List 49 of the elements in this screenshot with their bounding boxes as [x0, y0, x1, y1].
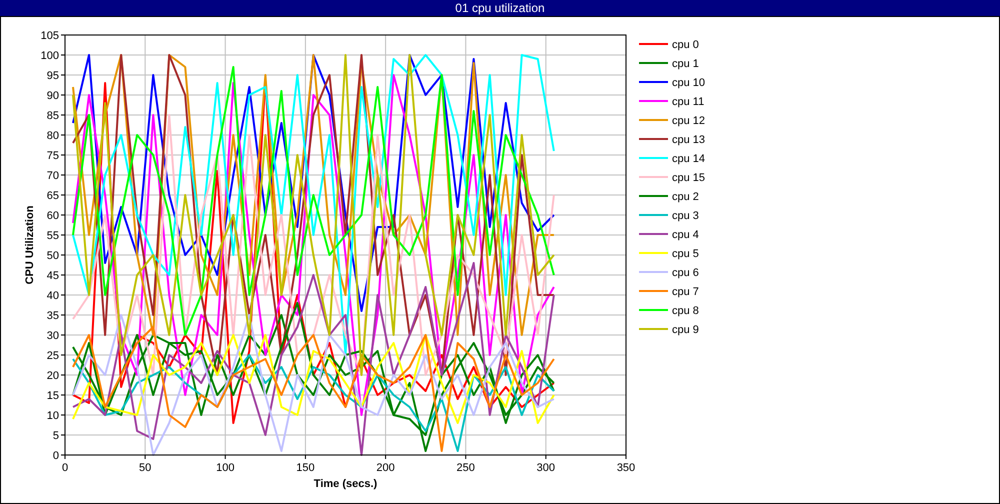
y-tick-label: 80 [46, 130, 59, 142]
legend-label: cpu 2 [672, 191, 699, 203]
y-tick-label: 85 [46, 110, 59, 122]
y-tick-label: 105 [40, 30, 59, 42]
y-tick-label: 5 [52, 430, 59, 442]
x-tick-label: 300 [536, 462, 556, 474]
y-tick-label: 50 [46, 250, 59, 262]
x-tick-label: 250 [456, 462, 475, 474]
y-tick-label: 45 [46, 270, 59, 282]
x-axis-title: Time (secs.) [314, 478, 378, 490]
legend-label: cpu 8 [672, 305, 699, 317]
y-axis-title: CPU Utilization [24, 206, 36, 284]
legend-label: cpu 15 [672, 172, 706, 184]
x-tick-label: 150 [296, 462, 315, 474]
x-tick-label: 0 [62, 462, 68, 474]
y-tick-label: 40 [46, 290, 59, 302]
x-tick-label: 100 [216, 462, 234, 474]
x-tick-label: 350 [616, 462, 636, 474]
y-tick-label: 65 [46, 190, 59, 202]
x-tick-label: 200 [376, 462, 395, 474]
y-tick-label: 35 [46, 310, 59, 322]
y-tick-label: 10 [46, 410, 59, 422]
legend-label: cpu 13 [672, 134, 706, 146]
y-tick-label: 55 [46, 230, 59, 242]
y-tick-label: 95 [46, 70, 59, 82]
y-tick-label: 70 [46, 170, 59, 182]
x-tick-label: 50 [139, 462, 152, 474]
legend-label: cpu 6 [672, 267, 699, 279]
y-tick-label: 0 [52, 450, 59, 462]
y-tick-label: 100 [40, 50, 59, 62]
legend-label: cpu 11 [672, 96, 704, 108]
legend-label: cpu 10 [672, 77, 706, 89]
window-title: 01 cpu utilization [0, 0, 1000, 16]
y-tick-label: 90 [46, 90, 59, 102]
legend-label: cpu 7 [672, 286, 699, 298]
legend-label: cpu 14 [672, 153, 706, 165]
y-tick-label: 75 [46, 150, 59, 162]
legend-label: cpu 3 [672, 210, 699, 222]
legend-label: cpu 1 [672, 58, 699, 70]
legend-label: cpu 9 [672, 324, 699, 336]
legend-label: cpu 5 [672, 248, 699, 260]
legend-label: cpu 4 [672, 229, 699, 241]
y-tick-label: 15 [46, 390, 59, 402]
y-tick-label: 60 [46, 210, 59, 222]
y-tick-label: 20 [46, 370, 59, 382]
y-tick-label: 25 [46, 350, 59, 362]
legend-label: cpu 12 [672, 115, 706, 127]
legend-label: cpu 0 [672, 39, 699, 51]
y-tick-label: 30 [46, 330, 59, 342]
